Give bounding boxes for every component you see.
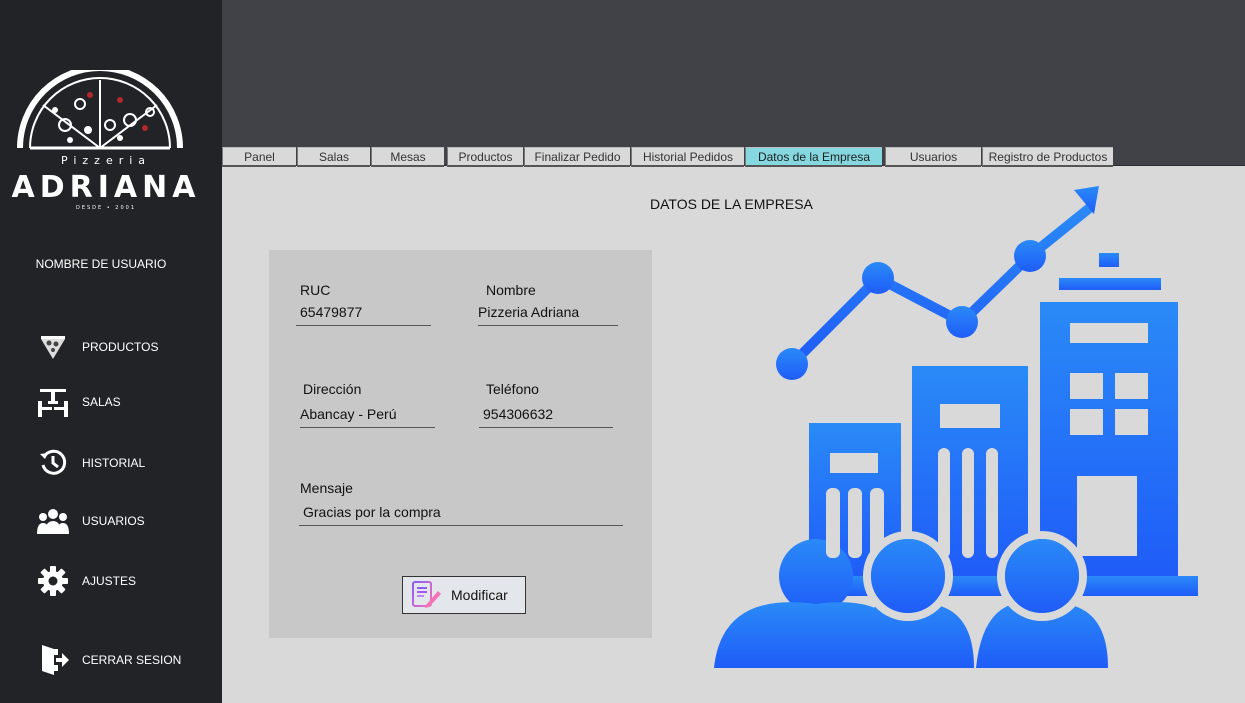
users-icon: [36, 504, 70, 538]
sidebar: Pizzeria ADRIANA DESDE • 2001 NOMBRE DE …: [0, 0, 222, 703]
tab-historial-pedidos[interactable]: Historial Pedidos: [631, 147, 744, 167]
modify-button[interactable]: Modificar: [402, 576, 526, 614]
sidebar-item-ajustes[interactable]: AJUSTES: [36, 564, 206, 598]
sidebar-item-historial[interactable]: HISTORIAL: [36, 446, 206, 480]
nombre-field[interactable]: Pizzeria Adriana: [478, 302, 618, 326]
pizza-logo-icon: [17, 70, 183, 150]
tab-usuarios[interactable]: Usuarios: [885, 147, 981, 167]
sidebar-item-productos[interactable]: PRODUCTOS: [36, 330, 206, 364]
edit-document-icon: [409, 578, 443, 612]
sidebar-item-label: USUARIOS: [82, 514, 145, 528]
pizzeria-logo: Pizzeria ADRIANA DESDE • 2001: [10, 70, 195, 220]
mensaje-field[interactable]: Gracias por la compra: [299, 502, 623, 526]
direccion-field[interactable]: Abancay - Perú: [300, 404, 435, 428]
tab-productos[interactable]: Productos: [447, 147, 523, 167]
sidebar-item-cerrar-sesion[interactable]: CERRAR SESION: [36, 643, 206, 677]
pizza-icon: [36, 330, 70, 364]
telefono-label: Teléfono: [486, 381, 539, 397]
telefono-field[interactable]: 954306632: [479, 404, 613, 428]
mensaje-label: Mensaje: [300, 480, 353, 496]
sidebar-item-label: PRODUCTOS: [82, 340, 159, 354]
modify-button-label: Modificar: [451, 587, 508, 603]
top-header-bar: [222, 0, 1245, 166]
tab-mesas[interactable]: Mesas: [371, 147, 444, 167]
tab-finalizar-pedido[interactable]: Finalizar Pedido: [524, 147, 630, 167]
table-chairs-icon: [36, 385, 70, 419]
sidebar-item-salas[interactable]: SALAS: [36, 385, 206, 419]
tab-datos-empresa[interactable]: Datos de la Empresa: [745, 147, 882, 167]
gear-icon: [36, 564, 70, 598]
logo-since-text: DESDE • 2001: [75, 205, 137, 211]
sidebar-item-label: CERRAR SESION: [82, 653, 182, 667]
direccion-label: Dirección: [303, 381, 362, 397]
tab-panel[interactable]: Panel: [222, 147, 296, 167]
tab-salas[interactable]: Salas: [297, 147, 370, 167]
nombre-label: Nombre: [486, 282, 536, 298]
logo-brand-text: ADRIANA: [11, 170, 201, 205]
logout-icon: [36, 643, 70, 677]
tab-registro-productos[interactable]: Registro de Productos: [982, 147, 1113, 167]
business-growth-icon: [714, 186, 1198, 668]
company-illustration: [712, 186, 1202, 670]
logo-pizzeria-text: Pizzeria: [60, 154, 152, 167]
ruc-field[interactable]: 65479877: [296, 302, 431, 326]
sidebar-item-label: HISTORIAL: [82, 456, 146, 470]
username-label: NOMBRE DE USUARIO: [35, 257, 167, 271]
history-icon: [36, 446, 70, 480]
sidebar-item-label: SALAS: [82, 395, 121, 409]
ruc-label: RUC: [300, 282, 331, 298]
sidebar-item-label: AJUSTES: [82, 574, 137, 588]
sidebar-item-usuarios[interactable]: USUARIOS: [36, 504, 206, 538]
